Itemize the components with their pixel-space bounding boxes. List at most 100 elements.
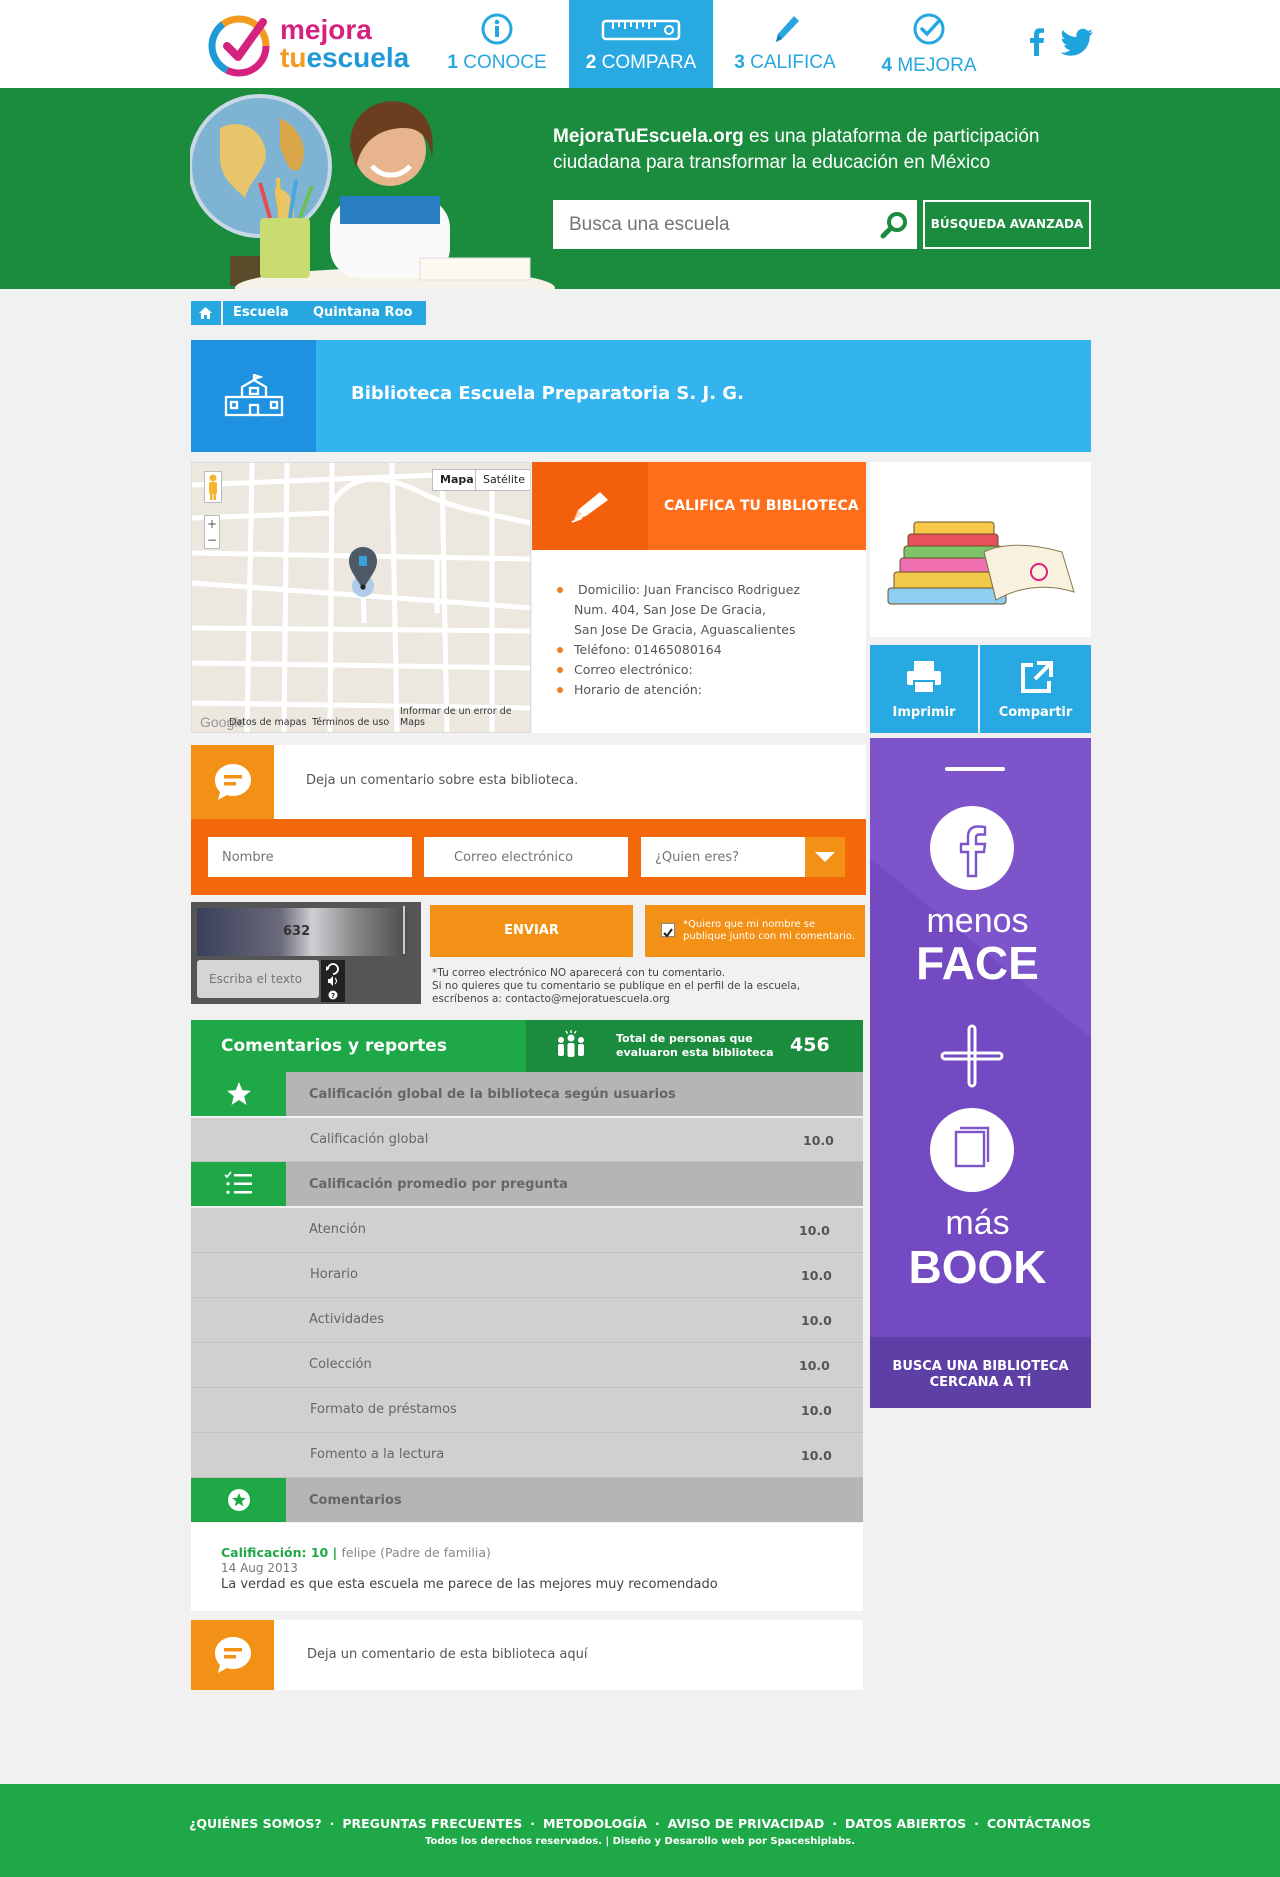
hero-brand: MejoraTuEscuela.org <box>553 126 744 147</box>
map-data-link[interactable]: Datos de mapas <box>229 717 306 728</box>
comment-bubble-icon <box>191 745 274 819</box>
map-report-link[interactable]: Informar de un error de Maps <box>400 706 530 728</box>
email-field[interactable] <box>424 837 628 877</box>
publish-name-option: *Quiero que mi nombre se publique junto … <box>645 905 865 957</box>
global-rating-value: 10.0 <box>803 1133 834 1148</box>
captcha-input[interactable] <box>197 960 319 998</box>
nav-mejora-label: MEJORA <box>897 55 977 76</box>
address-line2: Num. 404, San Jose De Gracia, <box>574 602 766 617</box>
breadcrumb-escuela[interactable]: Escuela <box>223 301 303 325</box>
question-value: 10.0 <box>799 1223 830 1238</box>
street-map: Google <box>192 463 530 732</box>
hero-tagline: MejoraTuEscuela.org es una plataforma de… <box>553 124 1093 176</box>
zoom-out-button[interactable]: − <box>205 532 219 548</box>
footer-link-contacto[interactable]: CONTÁCTANOS <box>987 1816 1091 1831</box>
comment-text: La verdad es que esta escuela me parece … <box>221 1577 718 1592</box>
map-widget[interactable]: Google + − Mapa Satélite Datos de mapas T… <box>191 462 531 733</box>
nav-compara-label: COMPARA <box>601 52 697 73</box>
banner-mas: más <box>945 1204 1010 1242</box>
advanced-search-button[interactable]: BÚSQUEDA AVANZADA <box>923 200 1091 249</box>
chevron-down-icon[interactable] <box>805 837 845 877</box>
privacy-note-line2: Si no quieres que tu comentario se publi… <box>432 980 801 992</box>
share-button[interactable]: Compartir <box>980 645 1091 733</box>
privacy-note-line3: escríbenos a: contacto@mejoratuescuela.o… <box>432 993 670 1005</box>
question-value: 10.0 <box>801 1448 832 1463</box>
street-view-icon[interactable] <box>204 471 222 503</box>
nav-mejora[interactable]: 4 MEJORA <box>857 0 1001 88</box>
facebook-icon[interactable] <box>1020 24 1054 60</box>
address-line1: Domicilio: Juan Francisco Rodriguez <box>557 580 800 600</box>
star-badge-icon <box>191 1478 286 1522</box>
library-title: Biblioteca Escuela Preparatoria S. J. G. <box>351 383 744 404</box>
library-title-bar: Biblioteca Escuela Preparatoria S. J. G. <box>191 340 1091 452</box>
question-row: Actividades 10.0 <box>191 1298 863 1343</box>
hero-banner: MejoraTuEscuela.org es una plataforma de… <box>0 88 1280 289</box>
breadcrumb-quintana-roo[interactable]: Quintana Roo <box>303 301 427 325</box>
print-button[interactable]: Imprimir <box>870 645 978 733</box>
footer-link-faq[interactable]: PREGUNTAS FRECUENTES <box>342 1816 522 1831</box>
star-icon <box>191 1072 286 1116</box>
breadcrumb-home[interactable] <box>191 301 221 325</box>
help-icon[interactable]: ? <box>328 990 338 1001</box>
promo-banner[interactable]: menos FACE más BOOK BUSCA UNA BIBLIOTECA… <box>870 738 1091 1408</box>
map-terms-link[interactable]: Términos de uso <box>312 717 389 728</box>
question-label: Fomento a la lectura <box>310 1447 445 1462</box>
captcha: 632 ? <box>191 902 421 1004</box>
books-illustration <box>870 462 1091 637</box>
phone: Teléfono: 01465080164 <box>557 640 800 660</box>
printer-icon <box>870 659 978 695</box>
question-value: 10.0 <box>799 1358 830 1373</box>
footer-link-privacidad[interactable]: AVISO DE PRIVACIDAD <box>668 1816 825 1831</box>
captcha-code: 632 <box>283 924 311 939</box>
publish-name-label: *Quiero que mi nombre se publique junto … <box>683 919 856 942</box>
find-library-button[interactable]: BUSCA UNA BIBLIOTECA CERCANA A TÍ <box>870 1337 1091 1408</box>
total-evaluators: Total de personas que evaluaron esta bibl… <box>526 1020 863 1072</box>
banner-face: FACE <box>916 937 1039 989</box>
audio-icon[interactable] <box>328 976 337 986</box>
footer-link-quienes-somos[interactable]: ¿QUIÉNES SOMOS? <box>189 1816 322 1831</box>
captcha-image: 632 <box>197 908 407 956</box>
pencil-icon <box>776 16 799 42</box>
checkmark-icon <box>663 928 673 938</box>
question-row: Atención 10.0 <box>191 1208 863 1253</box>
logo-line2a: tu <box>280 42 307 73</box>
reports-title: Comentarios y reportes <box>221 1036 447 1056</box>
publish-name-checkbox[interactable] <box>661 923 675 938</box>
school-search-input[interactable] <box>553 200 873 249</box>
school-building-icon <box>191 340 316 452</box>
svg-text:?: ? <box>331 992 335 1000</box>
comment-prompt: Deja un comentario sobre esta biblioteca… <box>306 773 579 788</box>
send-button[interactable]: ENVIAR <box>430 905 633 957</box>
comments-header: Comentarios <box>191 1478 863 1522</box>
map-type-satellite-button[interactable]: Satélite <box>475 469 530 491</box>
info-icon <box>481 13 513 45</box>
who-are-you-select[interactable] <box>641 837 811 877</box>
share-label: Compartir <box>998 705 1073 720</box>
footer-links: ¿QUIÉNES SOMOS? · PREGUNTAS FRECUENTES · MET… <box>189 1816 1091 1831</box>
leave-comment-button[interactable]: Deja un comentario de esta biblioteca aq… <box>191 1620 863 1690</box>
footer-copyright: Todos los derechos reservados. | Diseño … <box>425 1836 855 1847</box>
refresh-icon[interactable] <box>326 963 339 975</box>
question-row: Formato de préstamos 10.0 <box>191 1388 863 1433</box>
footer-link-datos-abiertos[interactable]: DATOS ABIERTOS <box>845 1816 966 1831</box>
nav-conoce[interactable]: 1 CONOCE <box>425 0 569 88</box>
name-field[interactable] <box>208 837 412 877</box>
global-rating-title: Calificación global de la biblioteca seg… <box>309 1087 676 1102</box>
question-row: Fomento a la lectura 10.0 <box>191 1433 863 1478</box>
zoom-controls[interactable]: + − <box>204 515 220 549</box>
question-label: Atención <box>309 1222 366 1237</box>
rate-library-button[interactable]: CALIFICA TU BIBLIOTECA <box>532 462 866 550</box>
zoom-in-button[interactable]: + <box>205 516 219 532</box>
logo[interactable]: mejora tuescuela <box>205 10 415 80</box>
footer-link-metodologia[interactable]: METODOLOGÍA <box>543 1816 647 1831</box>
nav-califica[interactable]: 3 CALIFICA <box>713 0 857 88</box>
twitter-icon[interactable] <box>1058 24 1096 60</box>
search-icon[interactable] <box>879 210 909 240</box>
comment-author: felipe (Padre de familia) <box>341 1545 491 1560</box>
nav-compara[interactable]: 2 COMPARA <box>569 0 713 88</box>
email: Correo electrónico: <box>557 660 800 680</box>
global-rating-header: Calificación global de la biblioteca seg… <box>191 1072 863 1116</box>
average-rating-title: Calificación promedio por pregunta <box>309 1177 568 1192</box>
total-count: 456 <box>790 1034 830 1056</box>
leave-comment-label: Deja un comentario de esta biblioteca aq… <box>307 1647 588 1662</box>
